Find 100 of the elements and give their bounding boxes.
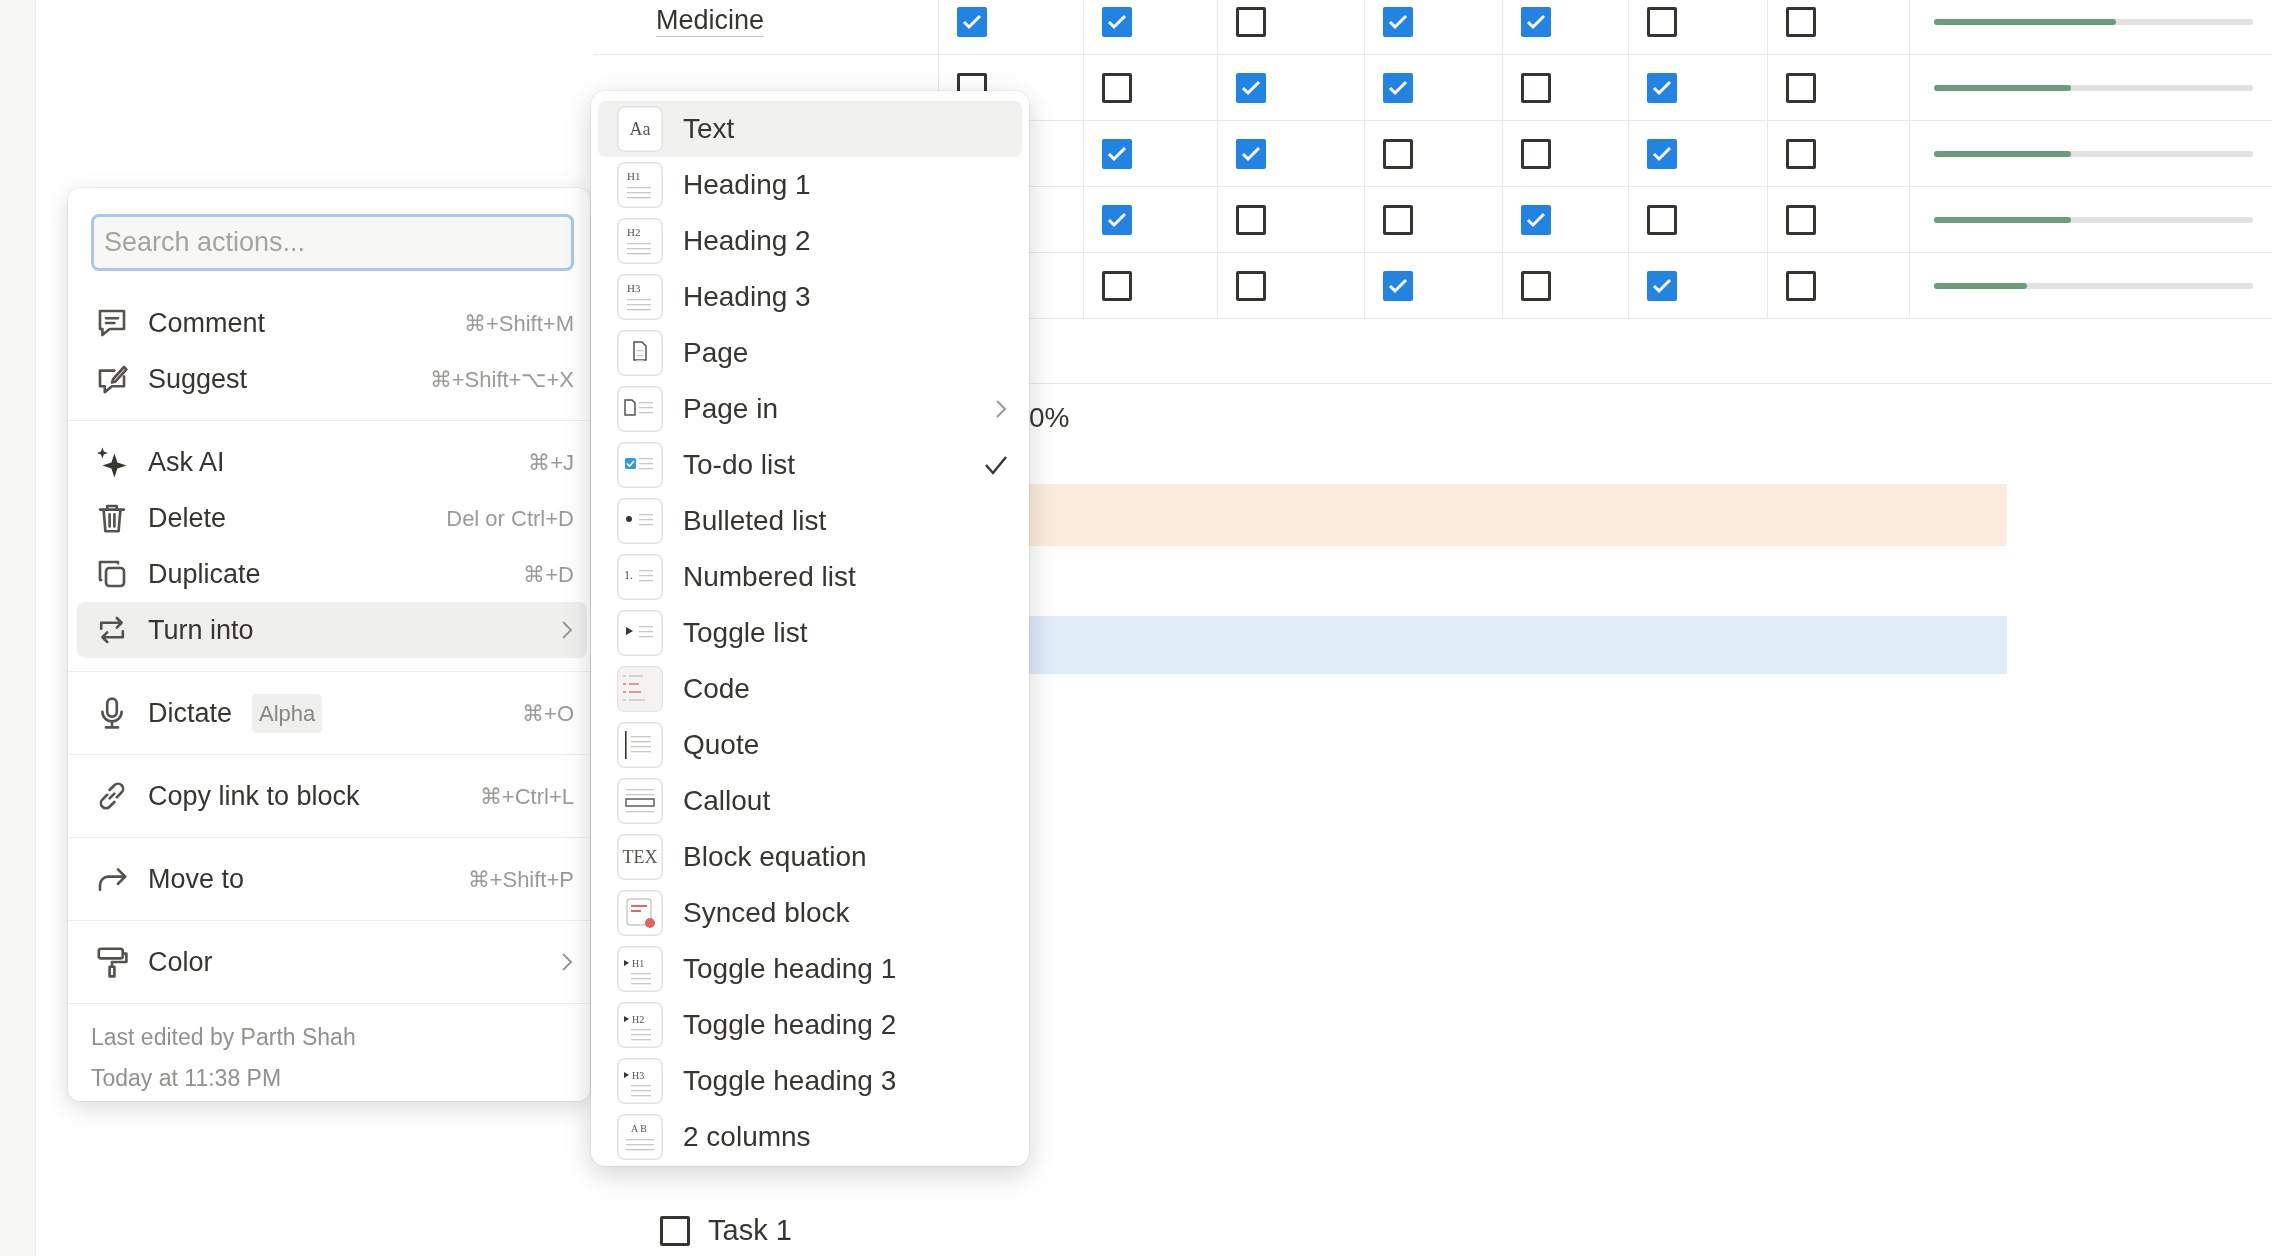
roller-icon: [94, 944, 130, 980]
menu-item[interactable]: Toggle list: [598, 605, 1022, 661]
menu-item[interactable]: Quote: [598, 717, 1022, 773]
search-field[interactable]: Search actions...: [91, 214, 574, 271]
menu-item[interactable]: H1 Toggle heading 1: [598, 941, 1022, 997]
checkbox[interactable]: [1521, 6, 1551, 37]
menu-item[interactable]: Synced block: [598, 885, 1022, 941]
checkbox[interactable]: [1383, 138, 1413, 169]
menu-item[interactable]: TEX Block equation: [598, 829, 1022, 885]
checkbox[interactable]: [1786, 138, 1816, 169]
checkbox[interactable]: [1647, 72, 1677, 103]
menu-item[interactable]: H3 Toggle heading 3: [598, 1053, 1022, 1109]
checkbox[interactable]: [1521, 138, 1551, 169]
menu-item[interactable]: Code: [598, 661, 1022, 717]
edit-info-text: Last edited by Parth Shah: [90, 1023, 357, 1052]
item-label: Quote: [683, 728, 760, 762]
item-label: Suggest: [148, 362, 248, 396]
checkbox[interactable]: [1647, 270, 1677, 301]
item-label: Page in: [683, 392, 778, 426]
checkbox[interactable]: [1236, 138, 1266, 169]
checkbox[interactable]: [1521, 270, 1551, 301]
menu-item[interactable]: Turn into: [77, 602, 587, 658]
item-label: Heading 3: [683, 280, 811, 314]
block-type-icon: [617, 442, 663, 488]
check-icon: [1241, 145, 1261, 162]
checkbox[interactable]: [1102, 270, 1132, 301]
item-label: Toggle list: [683, 616, 808, 650]
checkbox[interactable]: [1647, 6, 1677, 37]
checkbox[interactable]: [1383, 6, 1413, 37]
menu-item[interactable]: Page: [598, 325, 1022, 381]
shortcut-text: Del or Ctrl+D: [446, 504, 574, 533]
item-label: Heading 2: [683, 224, 811, 258]
check-icon: [1107, 145, 1127, 162]
menu-item[interactable]: Callout: [598, 773, 1022, 829]
shortcut-text: ⌘+O: [522, 699, 574, 728]
checkbox[interactable]: [1102, 204, 1132, 235]
checkbox[interactable]: [1647, 138, 1677, 169]
menu-item[interactable]: Page in: [598, 381, 1022, 437]
check-icon: [1652, 277, 1672, 294]
checkbox[interactable]: [1236, 6, 1266, 37]
item-label: Turn into: [148, 613, 254, 647]
checkbox[interactable]: [957, 6, 987, 37]
menu-item[interactable]: H3 Heading 3: [598, 269, 1022, 325]
check-icon: [1526, 13, 1546, 30]
checkbox[interactable]: [1521, 204, 1551, 235]
block-type-icon: [617, 386, 663, 432]
checkbox[interactable]: [1236, 270, 1266, 301]
block-type-icon: H3: [617, 1058, 663, 1104]
row-title[interactable]: Medicine: [656, 6, 765, 37]
checkbox[interactable]: [1383, 72, 1413, 103]
check-icon: [1107, 13, 1127, 30]
menu-item[interactable]: Bulleted list: [598, 493, 1022, 549]
menu-item[interactable]: Comment ⌘+Shift+M: [77, 295, 587, 351]
checkbox[interactable]: [1786, 72, 1816, 103]
check-icon: [1526, 211, 1546, 228]
block-type-icon: TEX: [617, 834, 663, 880]
checkbox[interactable]: [1786, 270, 1816, 301]
block-type-icon: H3: [617, 274, 663, 320]
checkbox[interactable]: [1521, 72, 1551, 103]
checkbox[interactable]: [1102, 72, 1132, 103]
menu-item[interactable]: Aa Text: [598, 101, 1022, 157]
menu-item[interactable]: H1 Heading 1: [598, 157, 1022, 213]
menu-item[interactable]: H2 Heading 2: [598, 213, 1022, 269]
menu-item[interactable]: Move to ⌘+Shift+P: [77, 851, 587, 907]
menu-item[interactable]: A B 2 columns: [598, 1109, 1022, 1165]
checkbox[interactable]: [1383, 270, 1413, 301]
checkbox[interactable]: [1383, 204, 1413, 235]
block-type-icon: [617, 498, 663, 544]
menu-item[interactable]: Color: [77, 934, 587, 990]
item-label: Code: [683, 672, 750, 706]
menu-item[interactable]: Copy link to block ⌘+Ctrl+L: [77, 768, 587, 824]
menu-item[interactable]: Duplicate ⌘+D: [77, 546, 587, 602]
item-label: Delete: [148, 501, 227, 535]
menu-item[interactable]: Delete Del or Ctrl+D: [77, 490, 587, 546]
checkbox[interactable]: [1236, 204, 1266, 235]
item-label: Text: [683, 112, 735, 146]
check-icon: [1652, 145, 1672, 162]
checkbox[interactable]: [660, 1215, 690, 1246]
item-label: Callout: [683, 784, 771, 818]
menu-item[interactable]: 1. Numbered list: [598, 549, 1022, 605]
checkbox[interactable]: [1102, 138, 1132, 169]
item-label: Copy link to block: [148, 779, 360, 813]
check-icon: [1652, 79, 1672, 96]
menu-item[interactable]: H2 Toggle heading 2: [598, 997, 1022, 1053]
checkbox[interactable]: [1236, 72, 1266, 103]
checkbox[interactable]: [1786, 204, 1816, 235]
checkbox[interactable]: [1786, 6, 1816, 37]
shortcut-text: ⌘+Shift+P: [467, 865, 574, 894]
item-label: Comment: [148, 306, 266, 340]
checkbox[interactable]: [1647, 204, 1677, 235]
block-type-icon: Aa: [617, 106, 663, 152]
menu-item[interactable]: Dictate Alpha ⌘+O: [77, 685, 587, 741]
checkbox[interactable]: [1102, 6, 1132, 37]
item-label: Toggle heading 1: [683, 952, 897, 986]
menu-item[interactable]: Suggest ⌘+Shift+⌥+X: [77, 351, 587, 407]
item-label: To-do list: [683, 448, 796, 482]
block-type-icon: H1: [617, 946, 663, 992]
menu-item[interactable]: Ask AI ⌘+J: [77, 434, 587, 490]
item-label: Dictate: [148, 696, 233, 730]
menu-item[interactable]: To-do list: [598, 437, 1022, 493]
